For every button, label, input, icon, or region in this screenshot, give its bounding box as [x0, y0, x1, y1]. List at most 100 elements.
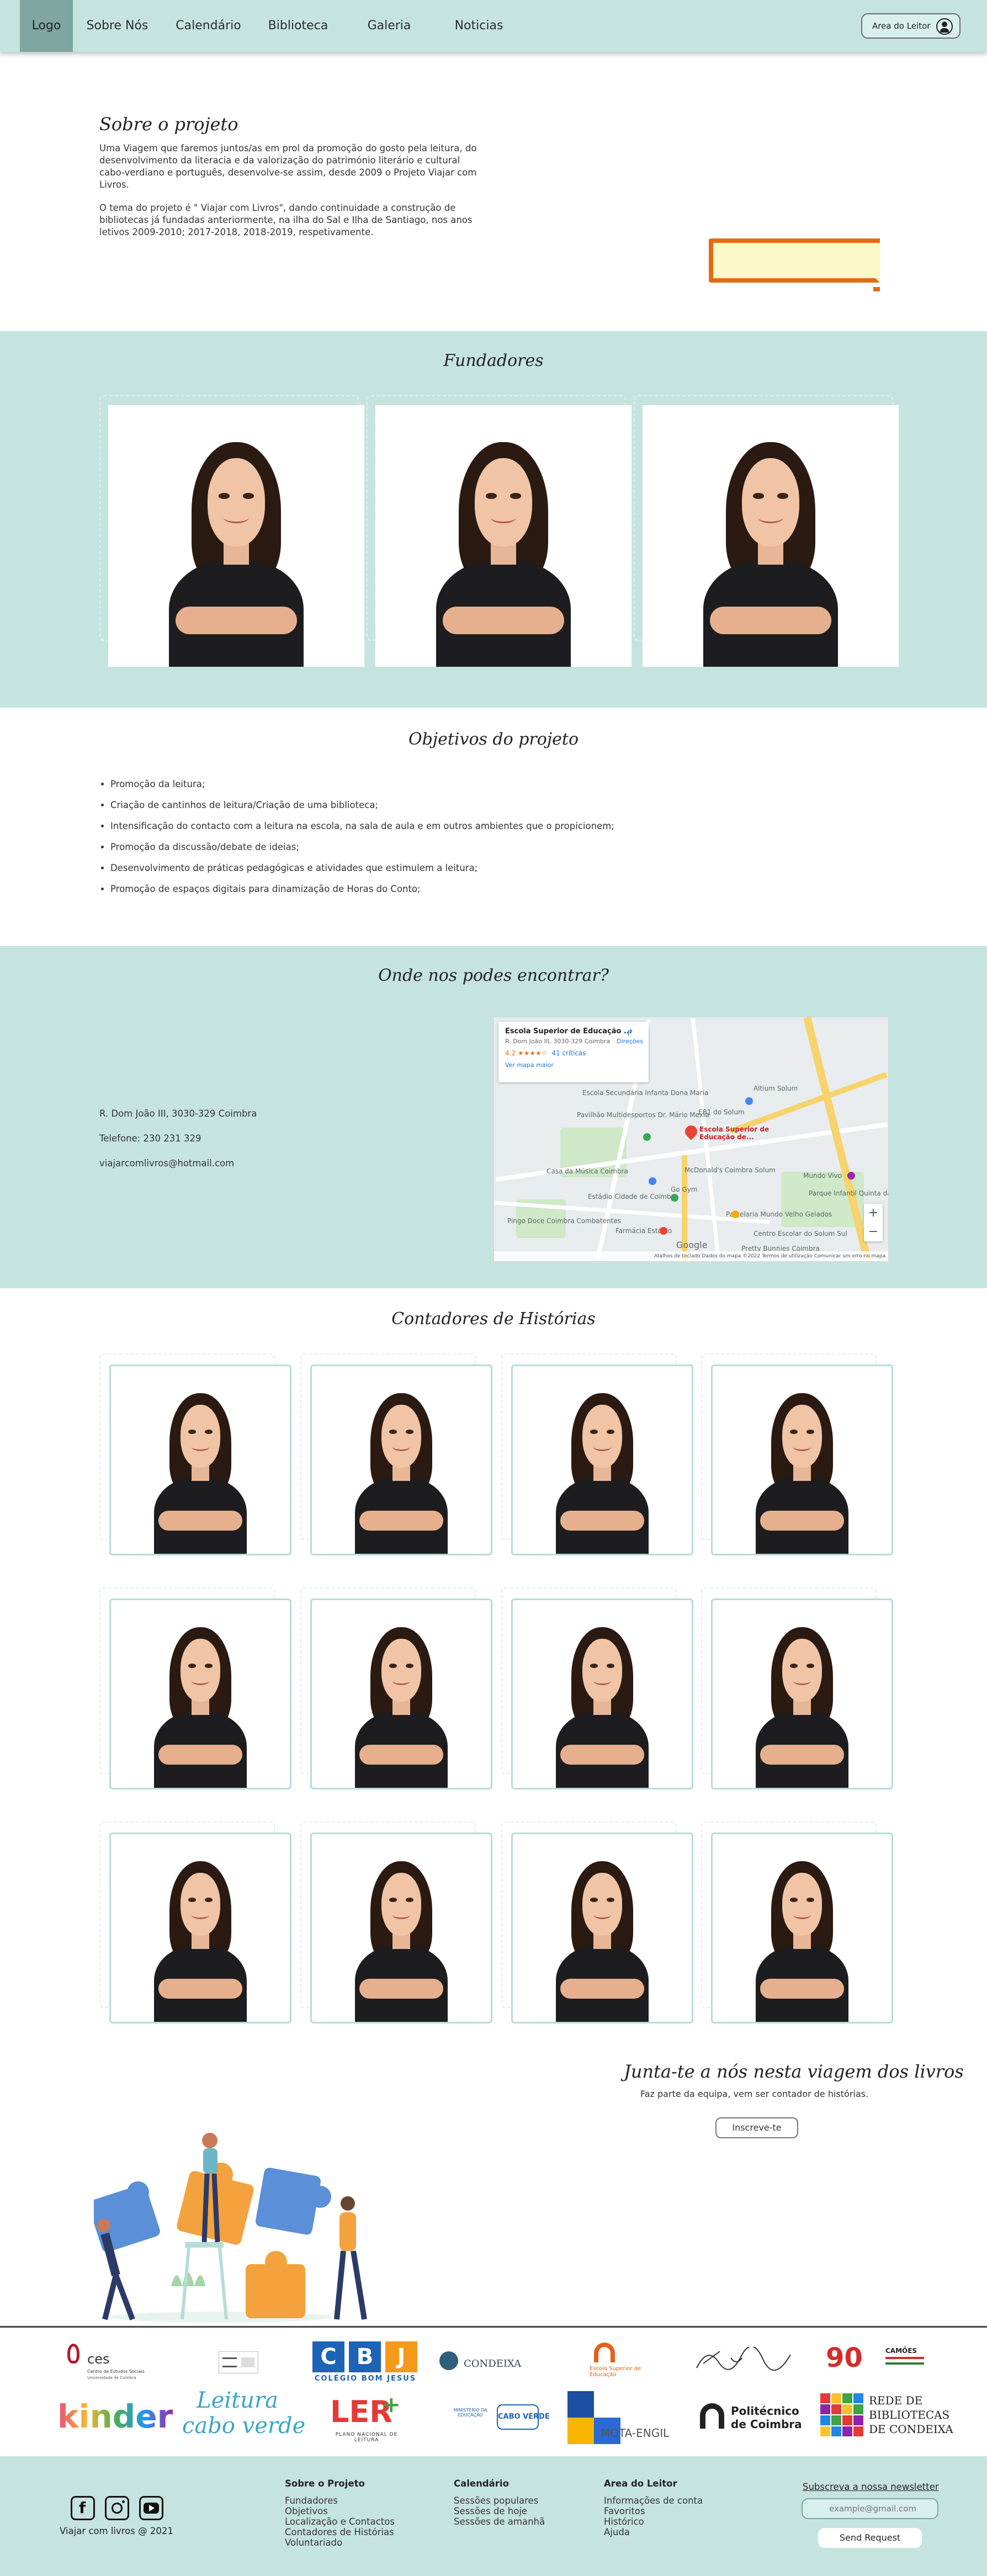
footer-link[interactable]: Voluntariado	[285, 2537, 395, 2548]
objective-item: Desenvolvimento de práticas pedagógicas …	[110, 858, 773, 879]
footer-link[interactable]: Sessões de hoje	[454, 2506, 545, 2516]
footer-link[interactable]: Contadores de Histórias	[285, 2527, 395, 2537]
storyteller-card[interactable]	[109, 1833, 291, 2023]
footer-link[interactable]: Favoritos	[604, 2506, 703, 2516]
storyteller-card[interactable]	[711, 1833, 893, 2023]
footer-column-project: Sobre o Projeto Fundadores Objetivos Loc…	[285, 2478, 395, 2548]
storytellers-title: Contadores de Histórias	[391, 1309, 596, 1329]
map-place-rating: 4.2 ★★★★☆ 41 críticas	[505, 1049, 586, 1057]
map-label: EB1 do Solum	[698, 1108, 745, 1116]
map-poi-icon	[731, 1210, 739, 1218]
objective-item: Promoção da leitura;	[110, 774, 773, 795]
footer-heading: Area do Leitor	[604, 2478, 677, 2489]
objective-item: Intensificação do contacto com a leitura…	[110, 816, 773, 837]
map-label: Mundo Vivo	[803, 1172, 842, 1180]
unesco-logo	[219, 2351, 258, 2373]
storyteller-card[interactable]	[711, 1598, 893, 1789]
map-larger-link[interactable]: Ver mapa maior	[505, 1061, 642, 1069]
ministerio-educacao-cabo-verde-logo: MINISTÉRIO DA EDUCAÇÃO CABO VERDE	[448, 2402, 550, 2434]
objective-item: Promoção da discussão/debate de ideias;	[110, 837, 773, 858]
person-photo	[145, 1388, 256, 1554]
reader-area-label: Area do Leitor	[872, 21, 931, 31]
map-marker-icon[interactable]	[682, 1123, 700, 1140]
person-photo	[547, 1388, 657, 1554]
location-title: Onde nos podes encontrar?	[378, 966, 609, 985]
newsletter-email-input[interactable]	[802, 2498, 938, 2519]
map-label: Pavilhão Multidesportos Dr. Mário Mexia	[577, 1111, 709, 1119]
footer-link[interactable]: Sessões de amanhã	[454, 2516, 545, 2527]
nav-calendario[interactable]: Calendário	[168, 0, 248, 52]
person-photo	[547, 1622, 657, 1788]
zoom-out-icon[interactable]: −	[864, 1223, 883, 1241]
camoes-90-logo: 90 CAMÕES	[826, 2343, 927, 2378]
storyteller-card[interactable]	[310, 1598, 492, 1789]
person-photo	[156, 435, 316, 667]
map-label: McDonald's Coimbra Solum	[684, 1166, 776, 1174]
contact-address: R. Dom João III, 3030-329 Coimbra	[99, 1108, 257, 1119]
teamwork-puzzle-illustration	[94, 2133, 367, 2323]
footer-column-reader: Area do Leitor Informações de conta Favo…	[604, 2478, 703, 2537]
footer-link[interactable]: Informações de conta	[604, 2495, 703, 2506]
storyteller-card[interactable]	[109, 1364, 291, 1555]
about-paragraph-2: O tema do projeto é " Viajar com Livros"…	[99, 203, 473, 237]
instagram-icon[interactable]	[105, 2496, 129, 2520]
person-photo	[747, 1856, 857, 2022]
join-subtitle: Faz parte da equipa, vem ser contador de…	[640, 2089, 869, 2099]
person-photo	[423, 435, 583, 667]
storyteller-card[interactable]	[511, 1598, 693, 1789]
send-request-button[interactable]: Send Request	[818, 2528, 922, 2548]
map-directions-button[interactable]: ↱ Direções	[617, 1027, 643, 1045]
nav-biblioteca[interactable]: Biblioteca	[259, 0, 337, 52]
storyteller-card[interactable]	[511, 1364, 693, 1555]
storyteller-card[interactable]	[310, 1833, 492, 2023]
storyteller-card[interactable]	[511, 1833, 693, 2023]
footer-link[interactable]: Localização e Contactos	[285, 2516, 395, 2527]
signup-button[interactable]: Inscreve-te	[715, 2117, 798, 2138]
ces-logo: ces Centro de Estudos Sociais Universida…	[65, 2340, 145, 2384]
footer-link[interactable]: Objetivos	[285, 2506, 395, 2516]
nav-noticias[interactable]: Noticias	[442, 0, 516, 52]
condeixa-logo: CONDEIXA	[439, 2350, 550, 2375]
zoom-in-icon[interactable]: +	[864, 1204, 883, 1223]
partners-divider	[0, 2326, 987, 2328]
nav-galeria[interactable]: Galeria	[353, 0, 425, 52]
about-text: Uma Viagem que faremos juntos/as em prol…	[99, 142, 486, 238]
kinder-logo: kinder	[57, 2398, 173, 2435]
directions-icon: ↱	[626, 1027, 634, 1038]
nav-sobre-nos[interactable]: Sobre Nós	[83, 0, 152, 52]
map-label: Pingo Doce Coimbra Combatentes	[507, 1217, 621, 1225]
footer-heading: Sobre o Projeto	[285, 2478, 365, 2489]
contact-email[interactable]: viajarcomlivros@hotmail.com	[99, 1158, 234, 1169]
founder-card[interactable]	[643, 405, 899, 667]
footer-link[interactable]: Sessões populares	[454, 2495, 545, 2506]
plano-nacional-leitura-logo: LER + PLANO NACIONAL DE LEITURA	[330, 2392, 401, 2443]
map-label: Parque Infantil Quinta da Lomba	[809, 1189, 888, 1197]
storyteller-card[interactable]	[711, 1364, 893, 1555]
storyteller-card[interactable]	[109, 1598, 291, 1789]
founder-card[interactable]	[375, 405, 632, 667]
person-photo	[145, 1622, 256, 1788]
footer-link[interactable]: Ajuda	[604, 2527, 703, 2537]
map-zoom-controls[interactable]: + −	[864, 1204, 883, 1241]
founder-card[interactable]	[108, 405, 364, 667]
storyteller-card[interactable]	[310, 1364, 492, 1555]
politecnico-coimbra-logo: Politécnico de Coimbra	[700, 2401, 805, 2434]
person-photo	[747, 1388, 857, 1554]
person-photo	[145, 1856, 256, 2022]
footer-link[interactable]: Histórico	[604, 2516, 703, 2527]
reader-area-button[interactable]: Area do Leitor	[861, 13, 961, 39]
mota-engil-logo: MOTA-ENGIL	[567, 2390, 678, 2445]
nav-logo[interactable]: Logo	[20, 0, 73, 52]
footer-link[interactable]: Fundadores	[285, 2495, 395, 2506]
person-photo	[747, 1622, 857, 1788]
facebook-icon[interactable]: f	[71, 2496, 95, 2520]
signature-logo	[696, 2347, 791, 2371]
youtube-icon[interactable]	[139, 2496, 163, 2520]
ese-coimbra-logo: Escola Superior de Educação	[590, 2343, 650, 2381]
map-label: Estádio Cidade de Coimbra	[588, 1193, 678, 1201]
map-poi-icon	[643, 1133, 651, 1141]
map-poi-icon	[671, 1194, 678, 1202]
founders-title: Fundadores	[443, 351, 544, 370]
embedded-map[interactable]: Escola Superior de Educação ... R. Dom J…	[494, 1017, 889, 1262]
contact-phone: Telefone: 230 231 329	[99, 1133, 201, 1144]
